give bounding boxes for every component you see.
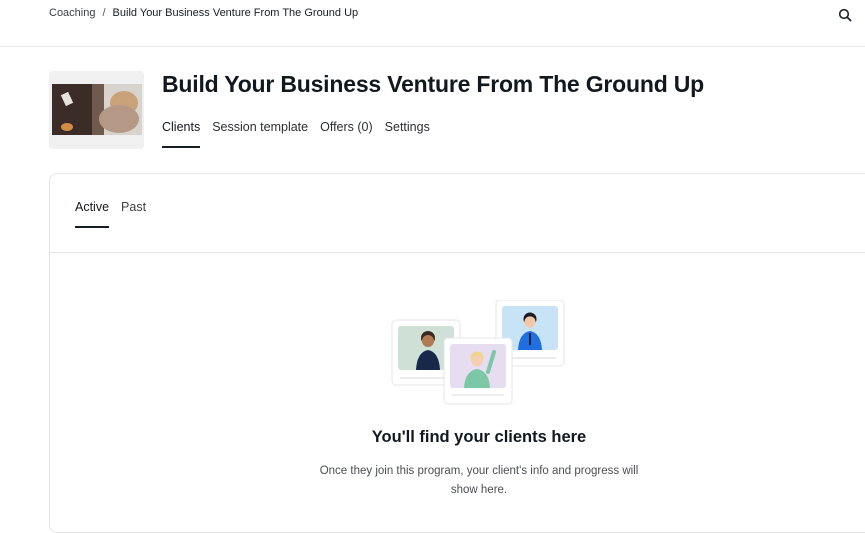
tab-session-template[interactable]: Session template [212,120,308,148]
subtab-past[interactable]: Past [121,200,146,228]
top-bar: Coaching / Build Your Business Venture F… [0,0,865,47]
search-icon [838,8,852,22]
program-tabs: Clients Session template Offers (0) Sett… [162,120,430,148]
program-thumbnail [49,71,144,149]
search-button[interactable] [836,6,854,24]
panel-divider [50,252,865,253]
clients-illustration [391,300,565,405]
tab-settings[interactable]: Settings [385,120,430,148]
breadcrumb: Coaching / Build Your Business Venture F… [49,7,358,19]
page-title: Build Your Business Venture From The Gro… [162,71,705,97]
empty-state-description: Once they join this program, your client… [319,465,639,496]
client-status-tabs: Active Past [75,200,146,228]
tab-clients[interactable]: Clients [162,120,201,148]
breadcrumb-current: Build Your Business Venture From The Gro… [112,7,359,19]
breadcrumb-separator: / [102,7,106,19]
subtab-active[interactable]: Active [75,200,110,228]
breadcrumb-coaching-link[interactable]: Coaching [49,7,95,19]
clients-panel: Active Past You'll find your clients her… [49,173,865,533]
tab-offers[interactable]: Offers (0) [320,120,373,148]
empty-state-title: You'll find your clients here [371,428,587,446]
